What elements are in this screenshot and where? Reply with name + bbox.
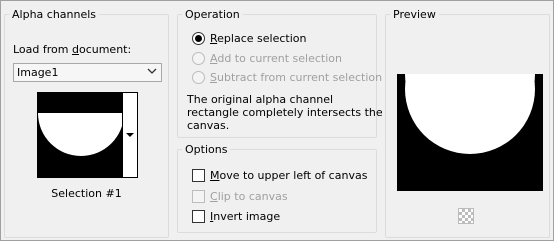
checkbox-box [192,169,205,182]
invert-image-checkbox[interactable]: Invert image [192,210,280,223]
load-from-document-label: Load from document: [13,43,132,56]
radio-label: Replace selection [210,32,307,45]
operation-title: Operation [185,8,240,21]
checkbox-label: Invert image [210,210,281,223]
subtract-from-selection-radio[interactable]: Subtract from current selection [192,71,382,84]
preview-image [397,74,543,191]
checkbox-box [192,190,205,203]
transparency-checker-icon[interactable] [458,208,474,224]
selection-name: Selection #1 [51,187,122,200]
radio-button [192,71,205,84]
checkbox-label: Move to upper left of canvas [210,169,368,182]
triangle-down-icon [126,133,134,137]
selection-thumbnail-image [38,93,122,177]
add-to-selection-radio[interactable]: Add to current selection [192,52,342,65]
radio-label: Add to current selection [210,52,342,65]
chevron-down-icon [147,66,157,79]
document-dropdown[interactable]: Image1 [13,63,162,82]
radio-button [192,52,205,65]
preview-title: Preview [393,8,436,21]
replace-selection-radio[interactable]: Replace selection [192,32,306,45]
alpha-channels-title: Alpha channels [12,8,97,21]
radio-label: Subtract from current selection [210,71,383,84]
checkbox-box [192,210,205,223]
operation-note: The original alpha channel rectangle com… [187,93,383,132]
radio-button [192,32,205,45]
thumbnail-dropdown-button[interactable] [123,92,138,178]
clip-to-canvas-checkbox[interactable]: Clip to canvas [192,190,288,203]
preview-canvas [397,74,543,191]
selection-thumbnail[interactable] [37,92,123,178]
move-to-upper-left-checkbox[interactable]: Move to upper left of canvas [192,169,367,182]
checkbox-label: Clip to canvas [210,190,288,203]
options-title: Options [185,143,228,156]
document-dropdown-value: Image1 [17,66,59,79]
